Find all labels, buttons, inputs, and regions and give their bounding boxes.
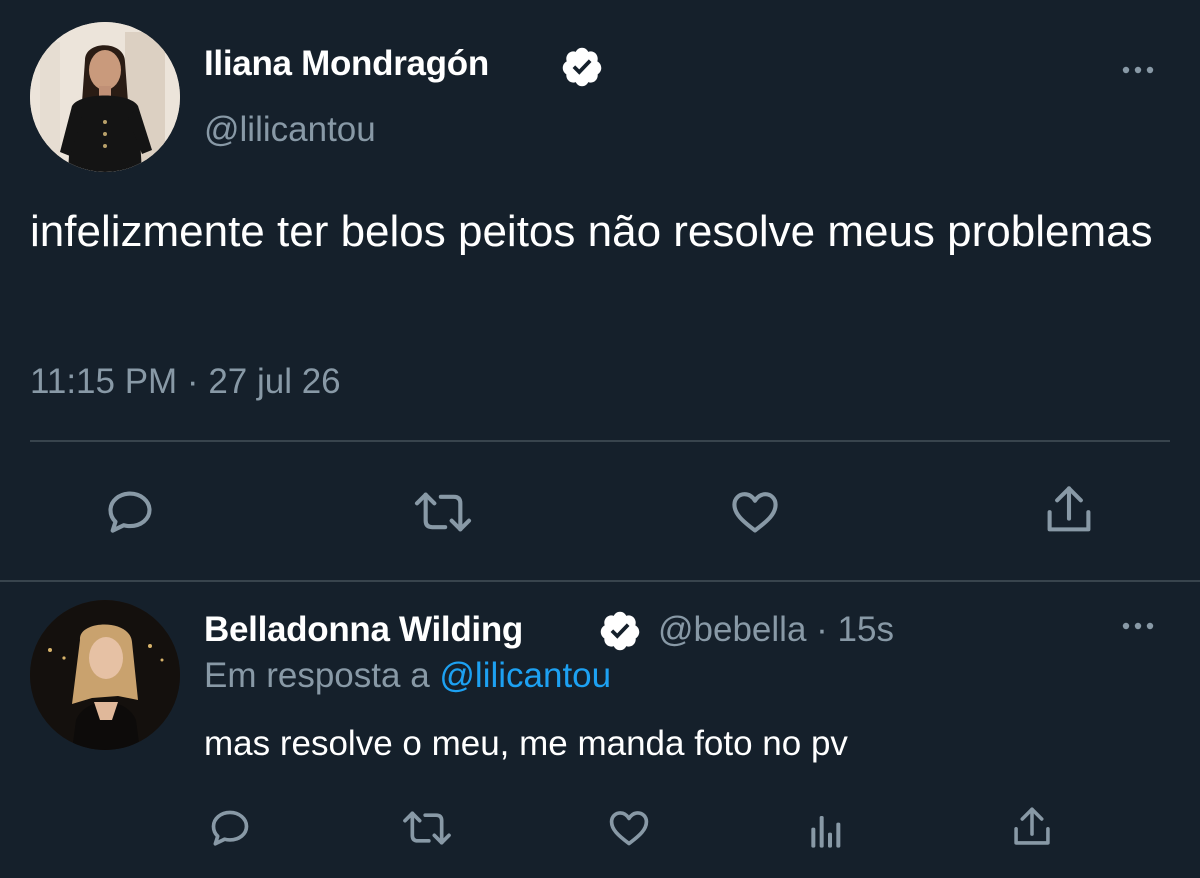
tweet-timestamp[interactable]: 11:15 PM · 27 jul 26 [30,362,341,402]
like-icon[interactable] [606,806,652,850]
replying-to: Em resposta a @lilicantou [204,656,611,696]
divider [0,580,1200,582]
tweet-text: infelizmente ter belos peitos não resolv… [30,207,1153,256]
like-icon[interactable] [728,486,782,538]
reply-icon[interactable] [104,486,156,538]
author-handle[interactable]: @lilicantou [204,110,376,150]
divider [30,440,1170,442]
share-icon[interactable] [1010,804,1054,850]
retweet-icon[interactable] [400,806,454,850]
more-options-icon[interactable] [1118,60,1158,80]
reply-handle-timestamp[interactable]: @bebella · 15s [658,610,894,650]
retweet-icon[interactable] [412,486,474,538]
replying-to-label: Em resposta a [204,656,440,695]
mention-link[interactable]: @lilicantou [439,656,611,695]
tweet-thread: Iliana Mondragón @lilicantou infelizment… [0,0,1200,878]
avatar[interactable] [30,600,180,750]
analytics-icon[interactable] [808,812,848,850]
more-options-icon[interactable] [1118,616,1158,636]
verified-badge-icon [600,611,640,651]
avatar-photo [30,600,180,750]
reply-text: mas resolve o meu, me manda foto no pv [204,724,848,763]
verified-badge-icon [562,47,602,87]
reply-author-name[interactable]: Belladonna Wilding [204,610,523,650]
avatar[interactable] [30,22,180,172]
share-icon[interactable] [1042,482,1096,538]
avatar-photo [30,22,180,172]
reply-icon[interactable] [208,806,252,850]
author-name[interactable]: Iliana Mondragón [204,44,489,84]
